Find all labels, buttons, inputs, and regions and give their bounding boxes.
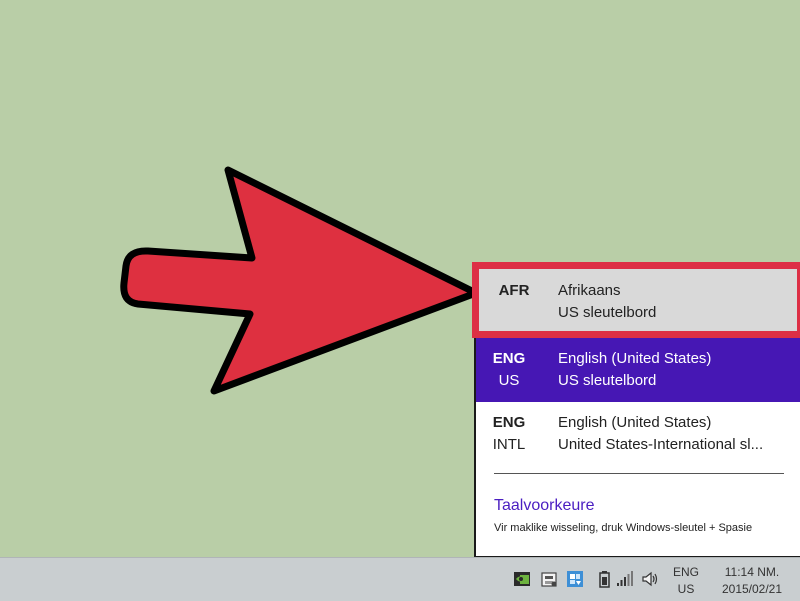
battery-icon[interactable] [596, 570, 614, 588]
taskbar: ENG US 11:14 NM. 2015/02/21 [0, 557, 800, 601]
signal-icon[interactable] [616, 570, 634, 588]
network-drive-icon[interactable] [540, 570, 558, 588]
language-indicator-layout: US [677, 582, 695, 596]
language-preferences-link[interactable]: Taalvoorkeure [494, 497, 595, 515]
language-name-label: English (United States) [558, 350, 712, 367]
keyboard-layout-label: US sleutelbord [558, 372, 657, 389]
clock[interactable]: 11:14 NM. 2015/02/21 [712, 564, 792, 598]
language-code-primary: ENG [492, 350, 526, 367]
language-item-english-intl[interactable]: ENG INTL English (United States) United … [476, 402, 800, 466]
language-flyout: AFR Afrikaans US sleutelbord ENG US Engl… [472, 262, 800, 558]
clock-time: 11:14 NM. [724, 565, 780, 579]
language-indicator-code: ENG [672, 565, 699, 579]
language-name-label: English (United States) [558, 414, 712, 431]
language-name: Afrikaans US sleutelbord [558, 280, 794, 324]
language-code-secondary: US [498, 372, 520, 389]
keyboard-layout-label: US sleutelbord [558, 304, 657, 321]
language-code: AFR [481, 280, 547, 302]
language-name: English (United States) United States-In… [558, 412, 794, 456]
language-item-english-us[interactable]: ENG US English (United States) US sleute… [476, 338, 800, 402]
language-code: ENG INTL [476, 412, 542, 456]
update-icon[interactable] [566, 570, 584, 588]
language-indicator[interactable]: ENG US [668, 564, 704, 598]
switch-hint-text: Vir maklike wisseling, druk Windows-sleu… [494, 522, 753, 534]
language-item-afrikaans[interactable]: AFR Afrikaans US sleutelbord [472, 262, 800, 338]
clock-date: 2015/02/21 [721, 582, 783, 596]
flyout-divider [494, 473, 784, 474]
language-code-primary: ENG [492, 414, 526, 431]
language-code-secondary: INTL [492, 436, 526, 453]
nvidia-icon[interactable] [513, 570, 531, 588]
keyboard-layout-label: United States-International sl... [558, 436, 764, 453]
language-code-primary: AFR [498, 282, 530, 299]
language-name: English (United States) US sleutelbord [558, 348, 794, 392]
language-code: ENG US [476, 348, 542, 392]
language-name-label: Afrikaans [558, 282, 621, 299]
volume-icon[interactable] [641, 570, 659, 588]
